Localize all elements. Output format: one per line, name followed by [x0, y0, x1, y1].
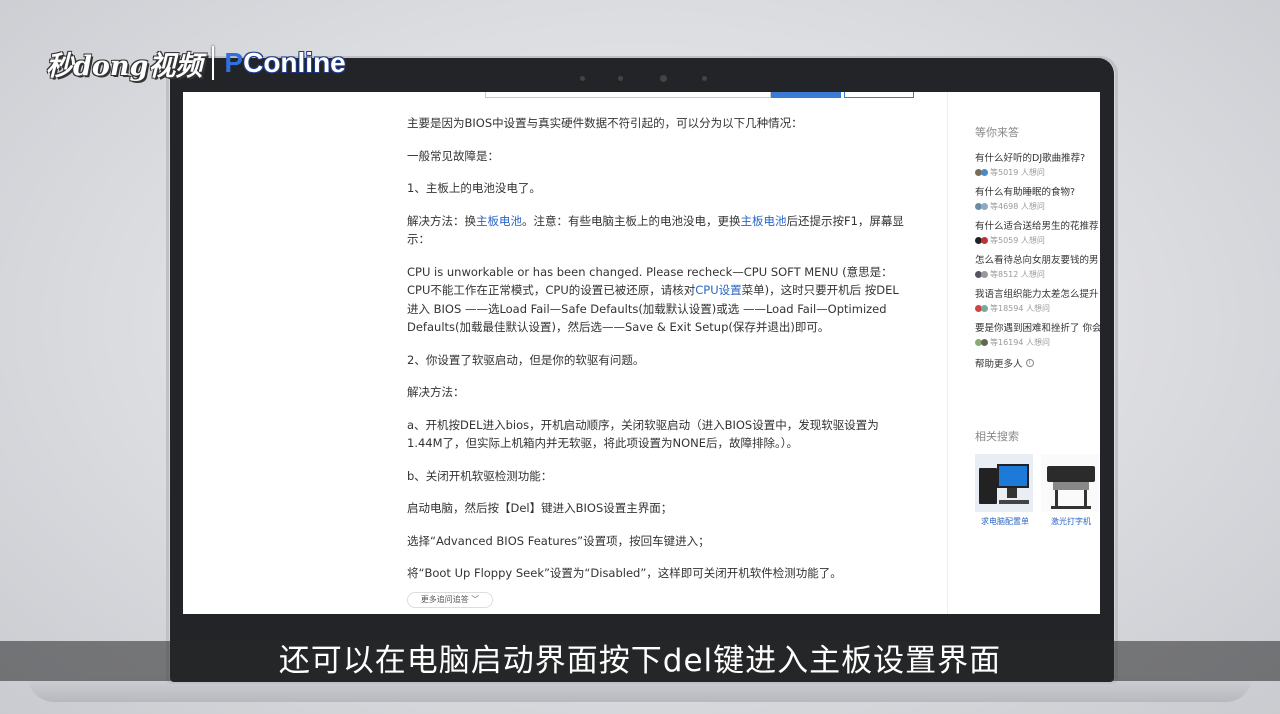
- avatar: [981, 270, 988, 278]
- related-item[interactable]: 激光打字机: [1041, 454, 1100, 527]
- question-meta: 等5019 人想问: [975, 166, 1100, 178]
- brand-miaodong: 秒dong视频: [46, 50, 203, 82]
- answer-paragraph: 选择“Advanced BIOS Features”设置项，按回车键进入；: [407, 533, 710, 548]
- site-logo[interactable]: [405, 92, 481, 98]
- related-label[interactable]: 求电脑配置单: [975, 516, 1035, 527]
- link-motherboard-battery[interactable]: 主板电池: [476, 214, 522, 228]
- question-link[interactable]: 怎么看待总向女朋友要钱的男: [975, 254, 1100, 268]
- question-meta: 等18594 人想问: [975, 302, 1100, 314]
- search-button[interactable]: [771, 92, 841, 98]
- search-input[interactable]: [485, 92, 771, 98]
- help-more-people[interactable]: 帮助更多人 i: [975, 356, 1100, 370]
- answer-paragraph: 1、主板上的电池没电了。: [407, 181, 541, 195]
- question-meta: 等5059 人想问: [975, 234, 1100, 246]
- avatar: [981, 338, 988, 346]
- question-item[interactable]: 有什么有助睡眠的食物? 等4698 人想问: [975, 186, 1100, 212]
- answer-paragraph: 解决方法：: [407, 385, 465, 399]
- column-divider: [947, 92, 948, 614]
- answer-paragraph: a、开机按DEL进入bios，开机启动顺序，关闭软驱启动（进入BIOS设置中，发…: [407, 417, 879, 451]
- info-icon[interactable]: i: [1025, 359, 1034, 367]
- question-link[interactable]: 有什么适合送给男生的花推荐: [975, 220, 1100, 234]
- browser-screen: 主要是因为BIOS中设置与真实硬件数据不符引起的，可以分为以下几种情况： 一般常…: [183, 92, 1100, 614]
- panel-title: 等你来答: [975, 126, 1019, 139]
- avatar: [981, 304, 988, 312]
- question-link[interactable]: 要是你遇到困难和挫折了 你会: [975, 322, 1100, 336]
- question-item[interactable]: 我语言组织能力太差怎么提升 等18594 人想问: [975, 288, 1100, 314]
- question-item[interactable]: 有什么适合送给男生的花推荐 等5059 人想问: [975, 220, 1100, 246]
- question-meta: 等8512 人想问: [975, 268, 1100, 280]
- question-link[interactable]: 有什么好听的DJ歌曲推荐?: [975, 152, 1100, 166]
- question-meta: 等16194 人想问: [975, 336, 1100, 348]
- avatar: [981, 168, 988, 176]
- answer-paragraph: 一般常见故障是：: [407, 148, 499, 163]
- related-search-title: 相关搜索: [975, 430, 1019, 443]
- question-item[interactable]: 有什么好听的DJ歌曲推荐? 等5019 人想问: [975, 152, 1100, 178]
- printer-image[interactable]: [1041, 454, 1099, 512]
- pending-questions-panel: 等你来答 有什么好听的DJ歌曲推荐? 等5019 人想问 有什么有助睡眠的食物?…: [975, 124, 1100, 370]
- ask-button[interactable]: [844, 92, 914, 98]
- question-meta: 等4698 人想问: [975, 200, 1100, 212]
- watermark-divider: [212, 46, 215, 80]
- sensor-dot: [618, 76, 623, 81]
- related-item[interactable]: 求电脑配置单: [975, 454, 1035, 527]
- answer-paragraph: CPU is unworkable or has been changed. P…: [407, 264, 899, 335]
- desktop-pc-image[interactable]: [975, 454, 1033, 512]
- question-item[interactable]: 要是你遇到困难和挫折了 你会 等16194 人想问: [975, 322, 1100, 348]
- answer-paragraph: b、关闭开机软驱检测功能：: [407, 468, 553, 483]
- answer-paragraph: 解决方法：换主板电池。注意：有些电脑主板上的电池没电，更换主板电池后还提示按F1…: [407, 213, 904, 247]
- question-link[interactable]: 我语言组织能力太差怎么提升: [975, 288, 1100, 302]
- sensor-dot: [702, 76, 707, 81]
- camera-icon: [660, 75, 667, 82]
- watermark: 秒dong视频 PConline: [46, 40, 346, 86]
- link-cpu-settings[interactable]: CPU设置: [695, 283, 741, 297]
- brand-pconline: PConline: [224, 47, 346, 78]
- answer-paragraph: 启动电脑，然后按【Del】键进入BIOS设置主界面；: [407, 501, 673, 515]
- answer-paragraph: 将“Boot Up Floppy Seek”设置为“Disabled”，这样即可…: [407, 566, 842, 580]
- video-subtitle: 还可以在电脑启动界面按下del键进入主板设置界面: [278, 643, 1002, 679]
- answer-content: 主要是因为BIOS中设置与真实硬件数据不符引起的，可以分为以下几种情况： 一般常…: [407, 114, 911, 597]
- question-link[interactable]: 有什么有助睡眠的食物?: [975, 186, 1100, 200]
- answer-paragraph: 2、你设置了软驱启动，但是你的软驱有问题。: [407, 352, 645, 367]
- related-label[interactable]: 激光打字机: [1041, 516, 1100, 527]
- link-motherboard-battery[interactable]: 主板电池: [741, 214, 787, 228]
- avatar: [981, 202, 988, 210]
- answer-paragraph: 主要是因为BIOS中设置与真实硬件数据不符引起的，可以分为以下几种情况：: [407, 116, 803, 130]
- more-followups-button[interactable]: 更多追问追答 ﹀: [407, 592, 493, 608]
- sensor-dot: [580, 76, 585, 81]
- question-item[interactable]: 怎么看待总向女朋友要钱的男 等8512 人想问: [975, 254, 1100, 280]
- page-header: [183, 92, 1100, 104]
- avatar: [981, 236, 988, 244]
